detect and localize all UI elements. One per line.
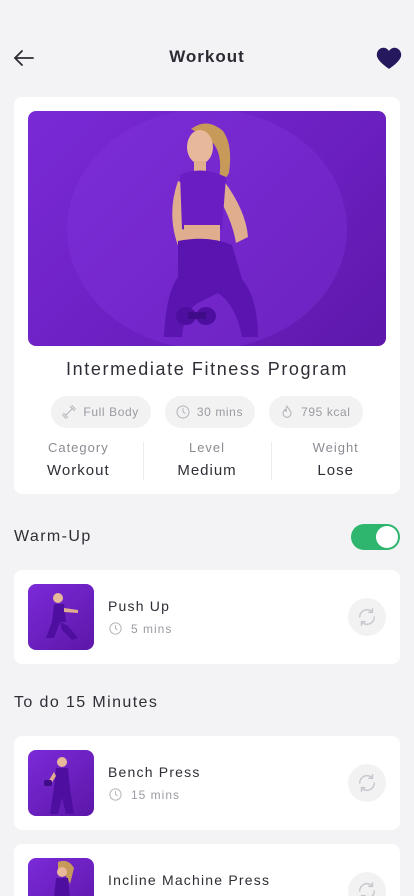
- exercise-duration: 5 mins: [108, 621, 172, 636]
- swap-exercise-button[interactable]: [348, 872, 386, 896]
- exercise-thumbnail: [28, 750, 94, 816]
- program-chips: Full Body 30 mins 795 kcal: [14, 396, 400, 428]
- clock-icon: [109, 788, 122, 801]
- stat-weight-value: Lose: [317, 462, 354, 479]
- stat-level-label: Level: [188, 440, 226, 455]
- stat-level-value: Medium: [177, 462, 237, 479]
- duration-chip-label: 30 mins: [196, 405, 244, 419]
- refresh-icon: [358, 882, 376, 896]
- exercise-card-incline-machine-press[interactable]: Incline Machine Press: [14, 844, 400, 896]
- exercise-thumbnail: [28, 858, 94, 896]
- toggle-knob: [376, 526, 398, 548]
- calories-chip: 795 kcal: [269, 396, 363, 428]
- dumbbell-icon: [62, 405, 77, 419]
- app-header: Workout: [0, 0, 414, 96]
- stat-category-value: Workout: [47, 462, 110, 479]
- heart-icon[interactable]: [376, 46, 402, 70]
- clock-icon: [176, 405, 190, 419]
- body-chip-label: Full Body: [83, 405, 139, 419]
- swap-exercise-button[interactable]: [348, 764, 386, 802]
- todo-section-title: To do 15 Minutes: [14, 694, 159, 711]
- swap-exercise-button[interactable]: [348, 598, 386, 636]
- body-chip: Full Body: [51, 396, 151, 428]
- stat-weight: Weight Lose: [271, 440, 400, 482]
- stat-category: Category Workout: [14, 440, 143, 482]
- exercise-duration-label: 15 mins: [131, 787, 181, 802]
- stat-category-label: Category: [47, 440, 109, 455]
- page-title: Workout: [169, 47, 245, 66]
- warmup-toggle[interactable]: [351, 524, 400, 550]
- program-stats: Category Workout Level Medium Weight Los…: [14, 440, 400, 482]
- exercise-card-push-up[interactable]: Push Up 5 mins: [14, 570, 400, 664]
- exercise-thumbnail: [28, 584, 94, 650]
- calories-chip-label: 795 kcal: [301, 405, 351, 419]
- program-title: Intermediate Fitness Program: [66, 359, 348, 379]
- stat-level: Level Medium: [142, 440, 272, 482]
- exercise-duration-label: 5 mins: [131, 621, 173, 636]
- stat-weight-label: Weight: [312, 440, 359, 455]
- refresh-icon: [358, 774, 376, 792]
- exercise-name: Incline Machine Press: [108, 872, 271, 888]
- exercise-name: Bench Press: [108, 764, 201, 780]
- refresh-icon: [358, 608, 376, 626]
- program-hero-image: [28, 111, 386, 346]
- exercise-name: Push Up: [108, 598, 171, 614]
- exercise-duration: 15 mins: [108, 787, 180, 802]
- warmup-section-title: Warm-Up: [14, 528, 92, 545]
- clock-icon: [109, 622, 122, 635]
- duration-chip: 30 mins: [164, 396, 256, 428]
- program-card: Intermediate Fitness Program Full Body 3…: [14, 97, 400, 494]
- flame-icon: [282, 405, 292, 418]
- exercise-card-bench-press[interactable]: Bench Press 15 mins: [14, 736, 400, 830]
